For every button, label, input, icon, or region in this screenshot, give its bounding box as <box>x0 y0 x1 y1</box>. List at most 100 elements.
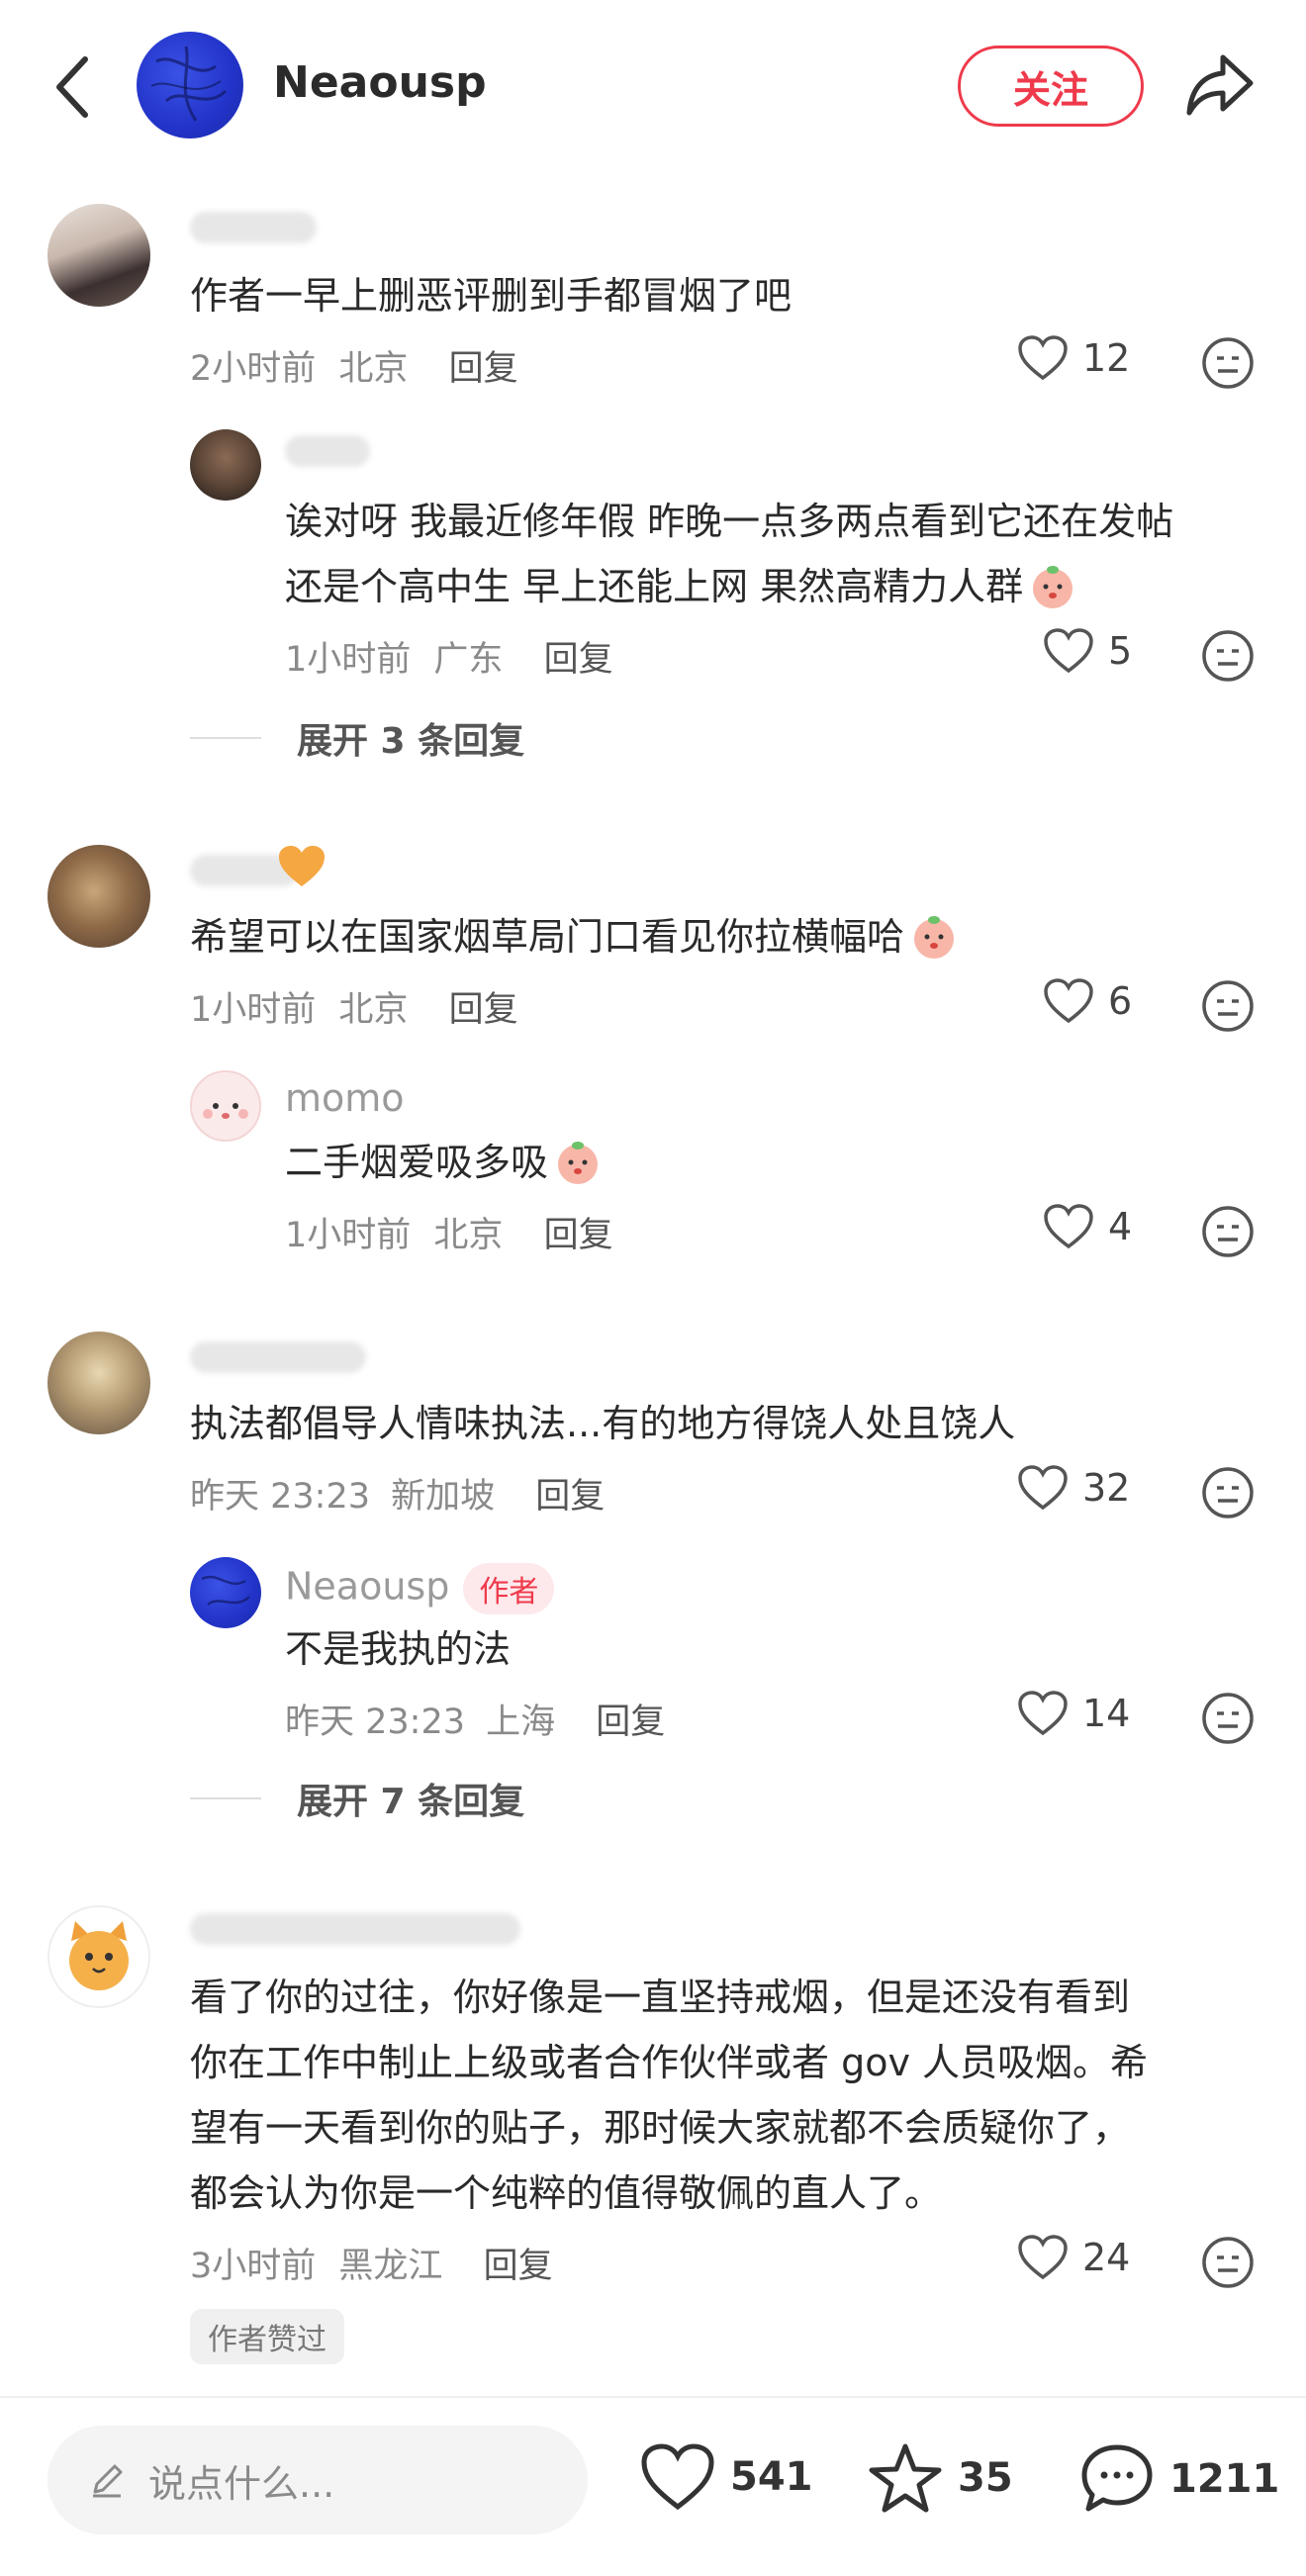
post-like-count: 541 <box>730 2454 813 2500</box>
reply-location: 上海 <box>486 1702 556 1742</box>
like-count: 24 <box>1082 2236 1131 2279</box>
reply-button[interactable]: 回复 <box>535 1477 605 1517</box>
reply-username-blurred[interactable] <box>285 435 370 467</box>
author-badge: 作者 <box>463 1563 555 1614</box>
like-button[interactable]: 12 <box>1017 334 1130 382</box>
like-button[interactable]: 4 <box>1043 1203 1132 1250</box>
commenter-avatar[interactable] <box>47 1905 150 2008</box>
heart-icon <box>1018 2235 1068 2280</box>
comment-time: 3小时前 <box>190 2247 317 2286</box>
reply-location: 广东 <box>433 640 504 680</box>
like-count: 12 <box>1082 336 1131 380</box>
comment-location: 北京 <box>338 990 409 1030</box>
reply-button[interactable]: 回复 <box>544 640 613 680</box>
reply-button[interactable]: 回复 <box>596 1702 665 1742</box>
post-favorite-count: 35 <box>958 2455 1013 2501</box>
peach-emoji-icon <box>1027 560 1078 611</box>
like-count: 6 <box>1108 979 1133 1023</box>
reply-button[interactable]: 回复 <box>449 990 518 1030</box>
emoji-reaction-icon[interactable] <box>1201 629 1255 683</box>
top-bar: Neaousp 关注 <box>0 0 1306 173</box>
like-count: 4 <box>1108 1205 1133 1248</box>
comments-button[interactable]: 1211 <box>1078 2441 1279 2517</box>
expand-replies-label: 展开 3 条回复 <box>297 721 525 762</box>
like-button[interactable]: 5 <box>1043 627 1132 675</box>
divider-line <box>190 1797 261 1799</box>
like-count: 5 <box>1108 629 1133 673</box>
comment-time: 2小时前 <box>190 349 317 389</box>
heart-icon <box>1018 335 1068 381</box>
comment-text: 作者一早上删恶评删到手都冒烟了吧 <box>190 274 793 318</box>
reply-text: 不是我执的法 <box>285 1627 512 1671</box>
comment-bubble-icon <box>1081 2444 1153 2512</box>
reply-location: 北京 <box>433 1216 504 1255</box>
reply-username[interactable]: Neaousp 作者 <box>285 1563 555 1614</box>
like-button[interactable]: 6 <box>1043 977 1132 1025</box>
reply-text-line1: 诶对呀 我最近修年假 昨晚一点多两点看到它还在发帖 <box>285 500 1174 543</box>
like-button[interactable]: 32 <box>1017 1464 1130 1512</box>
reply-avatar[interactable] <box>190 429 261 501</box>
reply-text-line2: 还是个高中生 早上还能上网 果然高精力人群 <box>285 554 1078 619</box>
orange-heart-badge-icon <box>279 846 325 886</box>
heart-icon <box>1044 1204 1093 1249</box>
emoji-reaction-icon[interactable] <box>1201 1466 1255 1519</box>
comment-meta: 1小时前 北京 回复 <box>190 981 518 1032</box>
emoji-reaction-icon[interactable] <box>1201 2236 1255 2289</box>
commenter-avatar[interactable] <box>47 1332 150 1434</box>
reply-meta: 1小时前 北京 回复 <box>285 1207 613 1257</box>
share-icon[interactable] <box>1183 49 1257 119</box>
bottom-bar-divider <box>0 2396 1306 2398</box>
commenter-username-blurred[interactable] <box>190 212 317 243</box>
like-button[interactable]: 14 <box>1017 1690 1130 1737</box>
expand-replies-button[interactable]: 展开 7 条回复 <box>190 1773 524 1824</box>
back-arrow-icon[interactable] <box>47 51 99 123</box>
like-count: 32 <box>1082 1466 1131 1510</box>
like-button[interactable]: 24 <box>1017 2234 1130 2281</box>
like-post-button[interactable]: 541 <box>639 2441 813 2513</box>
commenter-username-blurred[interactable] <box>190 1913 520 1945</box>
comment-location: 黑龙江 <box>338 2247 443 2286</box>
comment-text: 执法都倡导人情味执法...有的地方得饶人处且饶人 <box>190 1402 1016 1445</box>
liked-by-author-badge: 作者赞过 <box>190 2309 344 2364</box>
emoji-reaction-icon[interactable] <box>1201 979 1255 1033</box>
reply-avatar[interactable] <box>190 1557 261 1628</box>
peach-emoji-icon <box>552 1136 604 1187</box>
reply-text: 二手烟爱吸多吸 <box>285 1130 604 1195</box>
reply-meta: 昨天 23:23 上海 回复 <box>285 1694 665 1744</box>
commenter-username-blurred[interactable] <box>190 1341 366 1373</box>
reply-button[interactable]: 回复 <box>449 349 518 389</box>
commenter-avatar[interactable] <box>47 204 150 307</box>
comment-text-line: 望有一天看到你的贴子，那时候大家就都不会质疑你了， <box>190 2106 1131 2150</box>
emoji-reaction-icon[interactable] <box>1201 1692 1255 1745</box>
heart-icon <box>1018 1691 1068 1736</box>
expand-replies-label: 展开 7 条回复 <box>297 1782 525 1822</box>
comment-location: 北京 <box>338 349 409 389</box>
reply-username[interactable]: momo <box>285 1076 405 1120</box>
peach-emoji-icon <box>908 910 960 962</box>
comment-meta: 昨天 23:23 新加坡 回复 <box>190 1468 605 1518</box>
author-name[interactable]: Neaousp <box>273 57 487 108</box>
emoji-reaction-icon[interactable] <box>1201 336 1255 390</box>
commenter-avatar[interactable] <box>47 845 150 948</box>
reply-button[interactable]: 回复 <box>544 1216 613 1255</box>
reply-time: 1小时前 <box>285 640 412 680</box>
heart-icon <box>1044 628 1093 674</box>
heart-icon <box>1018 1465 1068 1511</box>
comment-text-line: 看了你的过往，你好像是一直坚持戒烟，但是还没有看到 <box>190 1976 1131 2019</box>
expand-replies-button[interactable]: 展开 3 条回复 <box>190 712 524 764</box>
reply-time: 1小时前 <box>285 1216 412 1255</box>
comment-input[interactable]: 说点什么... <box>47 2426 588 2534</box>
follow-button[interactable]: 关注 <box>958 46 1144 127</box>
reply-avatar[interactable] <box>190 1070 261 1142</box>
comment-text: 希望可以在国家烟草局门口看见你拉横幅哈 <box>190 904 960 969</box>
reply-button[interactable]: 回复 <box>484 2247 553 2286</box>
heart-icon <box>641 2443 714 2511</box>
comment-input-placeholder: 说点什么... <box>148 2461 335 2506</box>
emoji-reaction-icon[interactable] <box>1201 1205 1255 1258</box>
favorite-button[interactable]: 35 <box>867 2441 1013 2515</box>
pencil-icon <box>93 2464 123 2498</box>
author-avatar[interactable] <box>137 32 243 138</box>
like-count: 14 <box>1082 1692 1131 1735</box>
cat-emoji-icon <box>69 1921 129 1990</box>
comment-location: 新加坡 <box>391 1477 496 1517</box>
